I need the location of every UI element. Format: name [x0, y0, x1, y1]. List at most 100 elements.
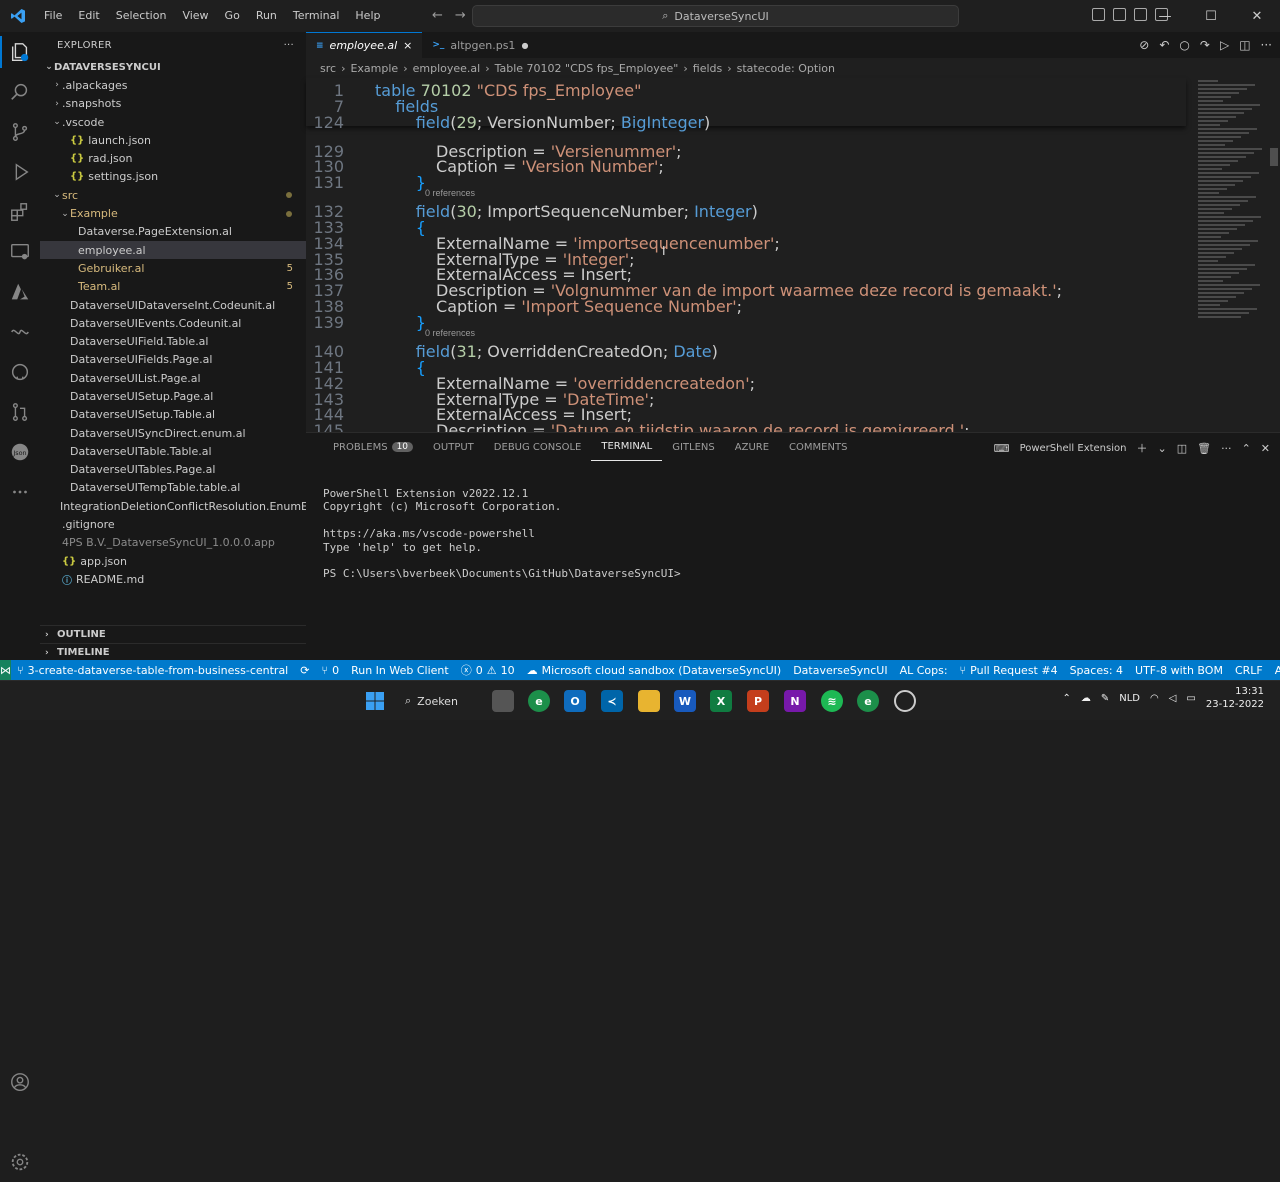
menu-go[interactable]: Go: [217, 0, 248, 32]
explorer-activity-icon[interactable]: [0, 32, 40, 72]
extensions-icon[interactable]: [0, 192, 40, 232]
battery-icon[interactable]: ▭: [1186, 693, 1195, 704]
tree-file[interactable]: DataverseUITables.Page.al: [40, 461, 306, 479]
code-line[interactable]: }: [375, 313, 426, 332]
encoding[interactable]: UTF-8 with BOM: [1129, 664, 1229, 677]
terminal-output[interactable]: PowerShell Extension v2022.12.1 Copyrigh…: [323, 487, 681, 581]
close-window-button[interactable]: ✕: [1234, 0, 1280, 32]
file-explorer-icon[interactable]: [638, 690, 660, 712]
spotify-icon[interactable]: ≋: [821, 690, 843, 712]
panel-tab-problems[interactable]: PROBLEMS 10: [323, 433, 423, 461]
search-activity-icon[interactable]: [0, 72, 40, 112]
onenote-icon[interactable]: N: [784, 690, 806, 712]
panel-tab-terminal[interactable]: TERMINAL: [591, 433, 663, 461]
wifi-icon[interactable]: ◠: [1150, 693, 1159, 704]
chevron-down-icon[interactable]: ⌄: [1157, 442, 1166, 455]
volume-icon[interactable]: ◁: [1169, 693, 1177, 704]
cloud-icon[interactable]: ☁: [1081, 693, 1091, 704]
minimize-button[interactable]: —: [1142, 0, 1188, 32]
chevron-up-icon[interactable]: ⌃: [1062, 693, 1070, 704]
source-control-icon[interactable]: [0, 112, 40, 152]
tree-file[interactable]: IntegrationDeletionConflictResolution.En…: [40, 497, 306, 515]
check-icon[interactable]: ⊘: [1139, 38, 1149, 52]
menu-edit[interactable]: Edit: [70, 0, 107, 32]
maximize-button[interactable]: ☐: [1188, 0, 1234, 32]
account-icon[interactable]: [0, 1062, 40, 1102]
code-line[interactable]: }: [375, 173, 426, 192]
tree-file[interactable]: Team.al 5: [40, 278, 306, 296]
code-line[interactable]: field(30; ImportSequenceNumber; Integer): [375, 202, 758, 221]
git-branch[interactable]: ⑂ 3-create-dataverse-table-from-business-…: [11, 664, 294, 677]
line-ending[interactable]: CRLF: [1229, 664, 1269, 677]
github-icon[interactable]: [0, 352, 40, 392]
tab-employee-al[interactable]: ≡ employee.al ×: [306, 32, 423, 58]
panel-tab-comments[interactable]: COMMENTS: [779, 433, 857, 461]
menu-file[interactable]: File: [36, 0, 70, 32]
json-icon[interactable]: Json: [0, 432, 40, 472]
breadcrumb-item[interactable]: src: [320, 62, 336, 75]
sync-button[interactable]: ⟳: [294, 664, 315, 677]
editor-scrollbar[interactable]: [1270, 78, 1278, 432]
tree-file[interactable]: {} launch.json: [40, 131, 306, 149]
language-mode[interactable]: AL: [1269, 664, 1280, 677]
tree-file[interactable]: DataverseUIField.Table.al: [40, 332, 306, 350]
forward-arrow-icon[interactable]: →: [455, 8, 466, 23]
close-icon[interactable]: ×: [403, 39, 412, 52]
windows-start-icon[interactable]: [364, 690, 386, 712]
tree-file[interactable]: {} app.json: [40, 552, 306, 570]
settings-gear-icon[interactable]: [0, 1142, 40, 1182]
pr-count[interactable]: ⑂ 0: [315, 664, 345, 677]
split-editor-icon[interactable]: ◫: [1239, 38, 1250, 52]
more-actions-icon[interactable]: ···: [1261, 38, 1272, 52]
tree-file[interactable]: DataverseUITable.Table.al: [40, 442, 306, 460]
tree-file[interactable]: DataverseUIList.Page.al: [40, 369, 306, 387]
outlook-icon[interactable]: O: [564, 690, 586, 712]
menu-run[interactable]: Run: [248, 0, 285, 32]
workspace-root[interactable]: ⌄ DATAVERSESYNCUI: [40, 58, 306, 76]
more-actions-icon[interactable]: ···: [284, 40, 294, 51]
powerpoint-icon[interactable]: P: [747, 690, 769, 712]
toggle-panel-icon[interactable]: [1113, 8, 1126, 21]
tree-folder[interactable]: ⌄ src: [40, 186, 306, 204]
tree-file[interactable]: employee.al: [40, 240, 306, 260]
tree-file[interactable]: DataverseUISetup.Page.al: [40, 387, 306, 405]
tree-folder[interactable]: ⌄ Example: [40, 204, 306, 222]
panel-tab-output[interactable]: OUTPUT: [423, 433, 484, 461]
excel-icon[interactable]: X: [710, 690, 732, 712]
edge-icon[interactable]: e: [528, 690, 550, 712]
tree-folder[interactable]: ⌄ .vscode: [40, 113, 306, 131]
al-cops[interactable]: AL Cops:: [894, 664, 954, 677]
tree-file[interactable]: Dataverse.PageExtension.al: [40, 223, 306, 241]
code-lens-references[interactable]: 0 references: [425, 328, 475, 338]
tree-file[interactable]: DataverseUIDataverseInt.Codeunit.al: [40, 296, 306, 314]
pen-icon[interactable]: ✎: [1101, 693, 1109, 704]
toggle-sidebar-icon[interactable]: [1092, 8, 1105, 21]
run-icon[interactable]: ▷: [1220, 38, 1229, 52]
app-icon[interactable]: [894, 690, 916, 712]
breadcrumb-item[interactable]: Table 70102 "CDS fps_Employee": [495, 62, 679, 75]
problems-indicator[interactable]: ⓧ 0 ⚠ 10: [455, 662, 521, 678]
minimap[interactable]: [1198, 78, 1268, 432]
more-icon[interactable]: [0, 472, 40, 512]
trash-icon[interactable]: 🗑: [1197, 442, 1211, 455]
command-center[interactable]: ⌕ DataverseSyncUI: [472, 5, 959, 27]
tree-file[interactable]: ⓘ README.md: [40, 570, 306, 588]
edge-dev-icon[interactable]: e: [857, 690, 879, 712]
scroll-thumb[interactable]: [1270, 148, 1278, 166]
tree-folder[interactable]: › .snapshots: [40, 95, 306, 113]
tree-file[interactable]: Gebruiker.al 5: [40, 259, 306, 277]
back-arrow-icon[interactable]: ←: [432, 8, 443, 23]
tab-altpgen-ps1[interactable]: >_ altpgen.ps1 ●: [422, 32, 538, 58]
sticky-code-line[interactable]: field(29; VersionNumber; BigInteger): [375, 113, 711, 132]
run-debug-icon[interactable]: [0, 152, 40, 192]
tree-file[interactable]: DataverseUIEvents.Codeunit.al: [40, 314, 306, 332]
code-lens-references[interactable]: 0 references: [425, 188, 475, 198]
keyboard-language[interactable]: NLD: [1119, 693, 1140, 704]
azure-icon[interactable]: [0, 272, 40, 312]
menu-terminal[interactable]: Terminal: [285, 0, 348, 32]
breadcrumb-item[interactable]: fields: [693, 62, 722, 75]
menu-selection[interactable]: Selection: [108, 0, 175, 32]
pull-request[interactable]: ⑂ Pull Request #4: [954, 664, 1064, 677]
timeline-section[interactable]: › TIMELINE: [40, 643, 306, 661]
menu-view[interactable]: View: [174, 0, 216, 32]
